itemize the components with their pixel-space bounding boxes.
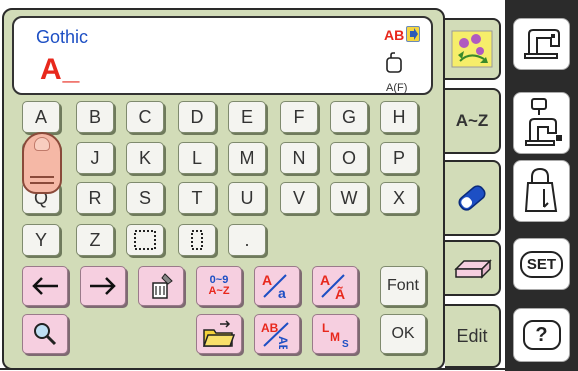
key-g[interactable]: G xyxy=(330,101,368,133)
accent-icon: A Ã xyxy=(320,272,345,301)
font-button[interactable]: Font xyxy=(380,266,426,306)
folder-icon xyxy=(202,320,236,347)
svg-text:Ã: Ã xyxy=(335,285,345,301)
help-button[interactable]: ? xyxy=(513,308,570,362)
thread-icon xyxy=(386,52,402,73)
svg-text:A: A xyxy=(320,272,330,288)
lowercase-button[interactable]: A a xyxy=(254,266,300,306)
key-w[interactable]: W xyxy=(330,182,368,214)
open-folder-button[interactable] xyxy=(196,314,242,354)
eraser-icon xyxy=(458,185,486,211)
embroidery-mode-button[interactable] xyxy=(513,92,570,154)
speaker-icon[interactable] xyxy=(406,26,420,42)
key-u[interactable]: U xyxy=(228,182,266,214)
key-l[interactable]: L xyxy=(178,142,216,174)
key-r[interactable]: R xyxy=(76,182,114,214)
cursor-right-button[interactable] xyxy=(80,266,126,306)
ab-badge: AB xyxy=(384,27,405,43)
key-b[interactable]: B xyxy=(76,101,114,133)
size-icon: L M S xyxy=(322,321,349,349)
embroidery-machine-icon xyxy=(524,98,562,146)
ok-button[interactable]: OK xyxy=(380,314,426,354)
block-icon xyxy=(454,259,492,279)
set-button[interactable]: SET xyxy=(513,238,570,290)
svg-text:A: A xyxy=(262,272,272,288)
key-y[interactable]: Y xyxy=(22,224,60,256)
thread-label: A(F) xyxy=(386,82,408,94)
tab-alphabet[interactable]: A~Z xyxy=(445,88,501,154)
half-space-key[interactable] xyxy=(178,224,216,256)
cursor-left-button[interactable] xyxy=(22,266,68,306)
font-button-label: Font xyxy=(386,277,419,294)
character-range-button[interactable]: 0~9 A~Z xyxy=(196,266,242,306)
key-a[interactable]: A xyxy=(22,101,60,133)
delete-icon xyxy=(152,273,173,299)
bag-button[interactable] xyxy=(513,160,570,222)
accent-button[interactable]: A Ã xyxy=(312,266,358,306)
lowercase-icon: A a xyxy=(262,272,287,301)
tab-alphabet-label: A~Z xyxy=(455,111,489,130)
key-h[interactable]: H xyxy=(380,101,418,133)
key-j[interactable]: J xyxy=(76,142,114,174)
search-button[interactable] xyxy=(22,314,68,354)
delete-button[interactable] xyxy=(138,266,184,306)
key-f[interactable]: F xyxy=(280,101,318,133)
space-icon xyxy=(134,230,156,250)
panel-divider xyxy=(0,368,510,370)
tab-pattern[interactable] xyxy=(445,18,501,80)
key-s[interactable]: S xyxy=(126,182,164,214)
key-k[interactable]: K xyxy=(126,142,164,174)
key-z[interactable]: Z xyxy=(76,224,114,256)
svg-text:S: S xyxy=(342,339,349,349)
screen: Gothic A_ AB A(F) A B C D E F G H I J K … xyxy=(0,0,578,371)
tab-block[interactable] xyxy=(445,240,501,296)
tab-eraser[interactable] xyxy=(445,160,501,236)
key-d[interactable]: D xyxy=(178,101,216,133)
sewing-mode-button[interactable] xyxy=(513,18,570,70)
key-c[interactable]: C xyxy=(126,101,164,133)
key-e[interactable]: E xyxy=(228,101,266,133)
size-button[interactable]: L M S xyxy=(312,314,358,354)
svg-text:L: L xyxy=(322,321,329,335)
typed-text: A_ xyxy=(40,53,81,86)
tab-edit[interactable]: Edit xyxy=(445,304,501,368)
key-t[interactable]: T xyxy=(178,182,216,214)
key-x[interactable]: X xyxy=(380,182,418,214)
svg-text:AB: AB xyxy=(276,336,290,349)
sewing-machine-icon xyxy=(523,29,560,59)
array-icon: AB AB xyxy=(261,321,290,349)
svg-text:AB: AB xyxy=(261,321,279,335)
key-v[interactable]: V xyxy=(280,182,318,214)
set-button-label: SET xyxy=(519,250,564,278)
left-arrow-icon xyxy=(32,277,58,295)
svg-text:a: a xyxy=(278,285,286,301)
text-display: Gothic A_ AB A(F) xyxy=(12,16,433,95)
key-m[interactable]: M xyxy=(228,142,266,174)
key-o[interactable]: O xyxy=(330,142,368,174)
finger-pointer-icon xyxy=(22,132,62,194)
space-key[interactable] xyxy=(126,224,164,256)
font-name: Gothic xyxy=(36,27,89,47)
key-n[interactable]: N xyxy=(280,142,318,174)
key-p[interactable]: P xyxy=(380,142,418,174)
help-button-label: ? xyxy=(522,320,561,350)
ok-button-label: OK xyxy=(391,325,415,342)
search-icon xyxy=(34,323,57,346)
svg-text:M: M xyxy=(330,330,340,344)
right-arrow-icon xyxy=(90,277,116,295)
bag-icon xyxy=(524,167,557,212)
half-space-icon xyxy=(191,230,203,250)
key-period[interactable]: . xyxy=(228,224,266,256)
finger-nail xyxy=(34,137,50,151)
tab-edit-label: Edit xyxy=(456,325,488,346)
array-button[interactable]: AB AB xyxy=(254,314,300,354)
flower-pattern-icon xyxy=(451,30,493,68)
character-range-label: 0~9 A~Z xyxy=(208,274,230,297)
